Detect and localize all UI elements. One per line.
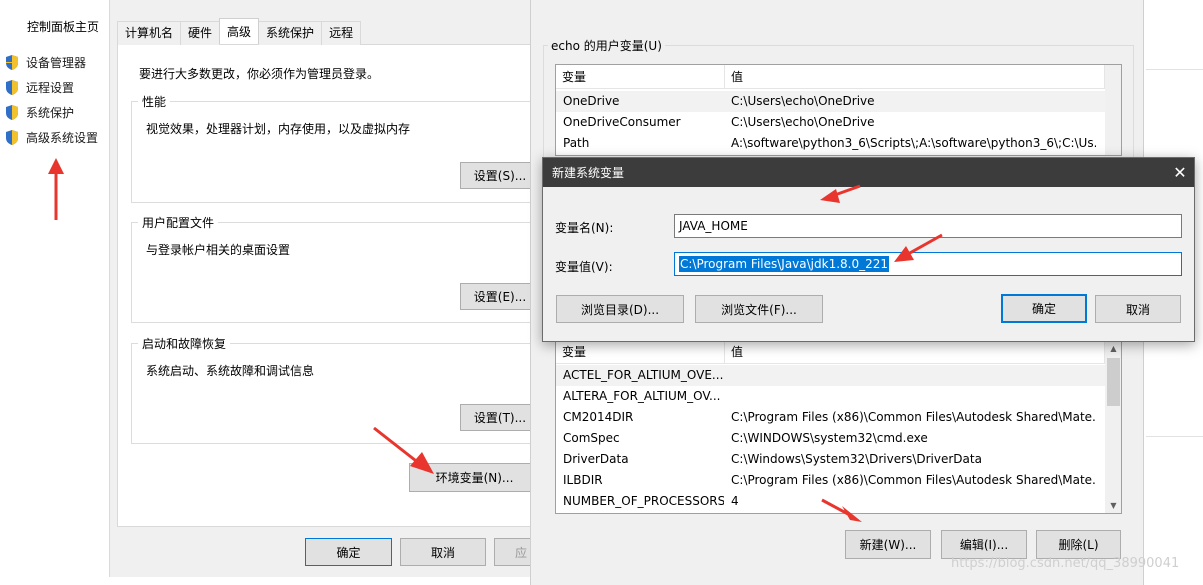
user-profiles-settings-button[interactable]: 设置(E)...	[460, 283, 540, 310]
column-header-variable[interactable]: 变量	[556, 340, 725, 364]
tab-bar: 计算机名 硬件 高级 系统保护 远程	[117, 18, 362, 45]
apply-button[interactable]: 应	[494, 538, 534, 566]
variable-value: A:\software\python3_6\Scripts\;A:\softwa…	[731, 136, 1096, 150]
list-header: 变量 值	[556, 340, 1105, 364]
sidebar-item-label: 系统保护	[26, 105, 75, 120]
variable-value: C:\Program Files (x86)\Common Files\Auto…	[731, 410, 1096, 424]
scrollbar[interactable]	[1105, 65, 1121, 155]
sidebar-item-label: 设备管理器	[26, 55, 87, 70]
edit-variable-button[interactable]: 编辑(I)...	[941, 530, 1027, 559]
table-row[interactable]: NUMBER_OF_PROCESSORS 4	[556, 491, 1105, 512]
variable-name-input[interactable]: JAVA_HOME	[674, 214, 1182, 238]
scroll-thumb[interactable]	[1107, 358, 1120, 406]
background-divider	[1146, 436, 1203, 437]
variable-name: DriverData	[563, 452, 629, 466]
variable-value: 4	[731, 494, 739, 508]
table-row[interactable]: OneDrive C:\Users\echo\OneDrive	[556, 91, 1105, 112]
variable-name: Path	[563, 136, 590, 150]
variable-value-label: 变量值(V):	[555, 260, 613, 274]
variable-value: C:\Users\echo\OneDrive	[731, 115, 875, 129]
table-row[interactable]: ComSpec C:\WINDOWS\system32\cmd.exe	[556, 428, 1105, 449]
variable-value	[724, 365, 731, 386]
dialog-titlebar[interactable]	[543, 158, 1194, 187]
variable-value: C:\Program Files (x86)\Common Files\Auto…	[731, 473, 1096, 487]
table-row[interactable]: DriverData C:\Windows\System32\Drivers\D…	[556, 449, 1105, 470]
browse-file-button[interactable]: 浏览文件(F)...	[695, 295, 823, 323]
startup-recovery-desc: 系统启动、系统故障和调试信息	[146, 364, 315, 378]
scroll-down-icon[interactable]: ▼	[1105, 497, 1121, 513]
column-header-value[interactable]: 值	[725, 340, 1105, 364]
tab-hardware[interactable]: 硬件	[180, 21, 221, 45]
variable-value	[724, 386, 731, 407]
variable-name: CM2014DIR	[563, 410, 634, 424]
table-row[interactable]: ILBDIR C:\Program Files (x86)\Common Fil…	[556, 470, 1105, 491]
shield-icon	[4, 104, 20, 121]
tab-advanced[interactable]: 高级	[219, 18, 260, 44]
variable-name: OneDrive	[563, 94, 620, 108]
delete-variable-button[interactable]: 删除(L)	[1036, 530, 1121, 559]
table-row[interactable]: Path A:\software\python3_6\Scripts\;A:\s…	[556, 133, 1105, 154]
close-icon[interactable]: ✕	[1168, 160, 1192, 184]
sidebar-item-label: 高级系统设置	[26, 130, 99, 145]
scrollbar[interactable]: ▲ ▼	[1105, 340, 1121, 513]
selected-text: C:\Program Files\Java\jdk1.8.0_221	[679, 256, 890, 272]
list-header: 变量 值	[556, 65, 1105, 89]
control-panel-home-link[interactable]: 控制面板主页	[27, 18, 99, 35]
variable-value-input[interactable]: C:\Program Files\Java\jdk1.8.0_221	[674, 252, 1182, 276]
table-row[interactable]: CM2014DIR C:\Program Files (x86)\Common …	[556, 407, 1105, 428]
new-variable-button[interactable]: 新建(W)...	[845, 530, 931, 559]
sidebar-item-label: 远程设置	[26, 80, 75, 95]
user-profiles-desc: 与登录帐户相关的桌面设置	[146, 243, 291, 257]
sidebar-item-device-manager[interactable]: 设备管理器	[4, 52, 86, 72]
group-title: 启动和故障恢复	[138, 335, 231, 352]
variable-value: C:\Users\echo\OneDrive	[731, 94, 875, 108]
variable-name: ILBDIR	[563, 473, 603, 487]
variable-name: NUMBER_OF_PROCESSORS	[563, 494, 724, 508]
environment-variables-button[interactable]: 环境变量(N)...	[409, 463, 540, 492]
system-variables-list[interactable]: 变量 值 ACTEL_FOR_ALTIUM_OVE... ALTERA_FOR_…	[555, 339, 1122, 514]
ok-button[interactable]: 确定	[1001, 294, 1087, 323]
user-variables-list[interactable]: 变量 值 OneDrive C:\Users\echo\OneDrive One…	[555, 64, 1122, 156]
tab-computer-name[interactable]: 计算机名	[117, 21, 182, 45]
sidebar-item-system-protection[interactable]: 系统保护	[4, 102, 74, 122]
background-divider	[1146, 69, 1203, 70]
column-header-value[interactable]: 值	[725, 65, 1105, 89]
variable-name: ACTEL_FOR_ALTIUM_OVE...	[563, 368, 724, 382]
tab-remote[interactable]: 远程	[321, 21, 362, 45]
shield-icon	[4, 54, 20, 71]
variable-name: OneDriveConsumer	[563, 115, 681, 129]
performance-desc: 视觉效果，处理器计划，内存使用，以及虚拟内存	[146, 122, 411, 136]
user-variables-title: echo 的用户变量(U)	[548, 37, 665, 54]
variable-name-label: 变量名(N):	[555, 221, 614, 235]
table-row[interactable]: OneDriveConsumer C:\Users\echo\OneDrive	[556, 112, 1105, 133]
group-title: 性能	[138, 93, 171, 110]
variable-name: ALTERA_FOR_ALTIUM_OV...	[563, 389, 721, 403]
tab-system-protection[interactable]: 系统保护	[258, 21, 323, 45]
group-title: 用户配置文件	[138, 214, 219, 231]
browse-directory-button[interactable]: 浏览目录(D)...	[556, 295, 684, 323]
admin-note: 要进行大多数更改，你必须作为管理员登录。	[139, 67, 380, 81]
startup-recovery-settings-button[interactable]: 设置(T)...	[460, 404, 540, 431]
scroll-up-icon[interactable]: ▲	[1105, 340, 1121, 357]
cancel-button[interactable]: 取消	[1095, 295, 1181, 323]
variable-name: ComSpec	[563, 431, 620, 445]
column-header-variable[interactable]: 变量	[556, 65, 725, 89]
variable-value: C:\WINDOWS\system32\cmd.exe	[731, 431, 928, 445]
shield-icon	[4, 129, 20, 146]
shield-icon	[4, 79, 20, 96]
sidebar-item-remote-settings[interactable]: 远程设置	[4, 77, 74, 97]
variable-value: C:\Windows\System32\Drivers\DriverData	[731, 452, 982, 466]
performance-settings-button[interactable]: 设置(S)...	[460, 162, 540, 189]
watermark: https://blog.csdn.net/qq_38990041	[951, 556, 1180, 571]
table-row[interactable]: ACTEL_FOR_ALTIUM_OVE...	[556, 365, 1105, 386]
dialog-title: 新建系统变量	[552, 166, 625, 180]
sidebar-item-advanced-settings[interactable]: 高级系统设置	[4, 127, 98, 147]
ok-button[interactable]: 确定	[305, 538, 392, 566]
table-row[interactable]: ALTERA_FOR_ALTIUM_OV...	[556, 386, 1105, 407]
cancel-button[interactable]: 取消	[400, 538, 486, 566]
